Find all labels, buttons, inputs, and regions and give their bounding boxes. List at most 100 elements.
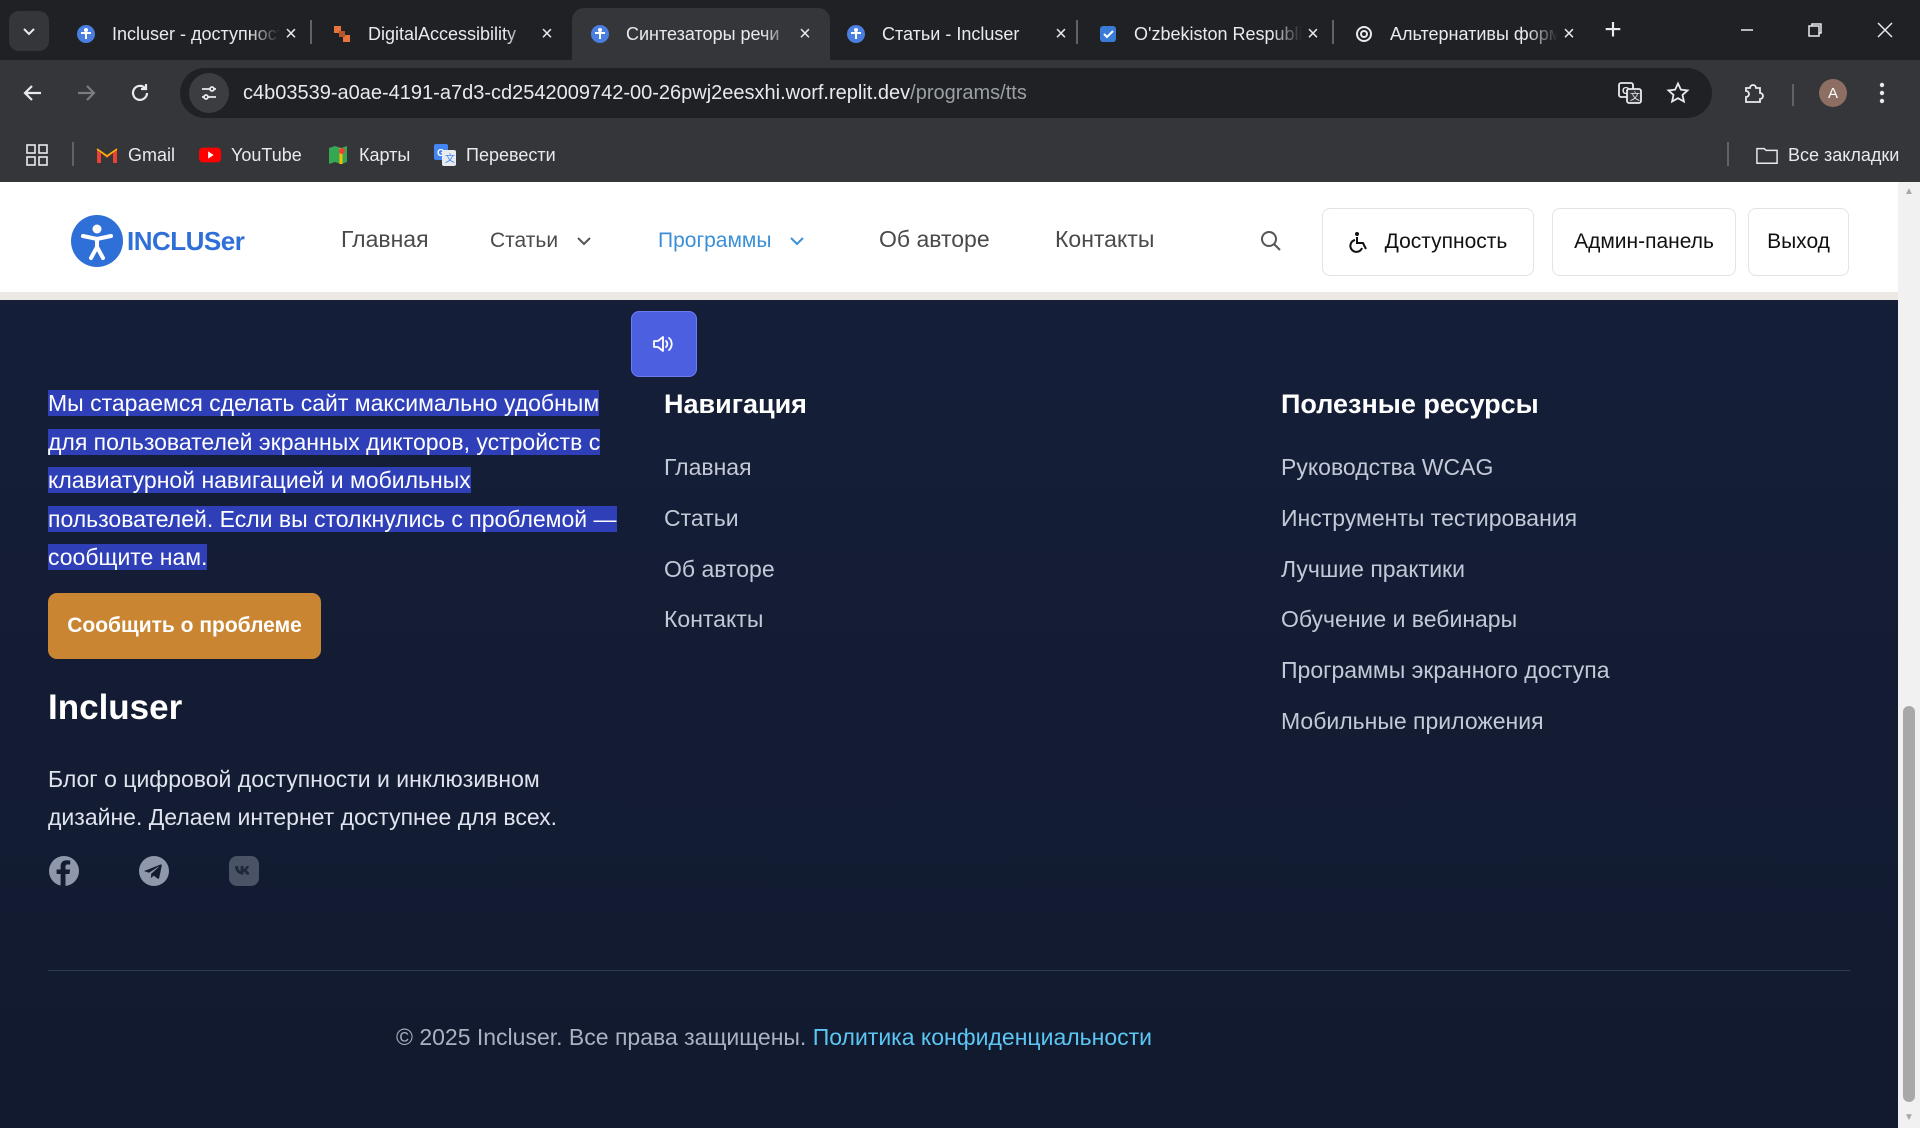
tab-uzbekistan[interactable]: O'zbekiston Respublikasi ×	[1080, 8, 1338, 60]
search-icon[interactable]	[1256, 226, 1286, 256]
nav-home[interactable]: Главная	[341, 226, 429, 253]
accessibility-button-label: Доступность	[1384, 230, 1508, 253]
tab-tts-active[interactable]: Синтезаторы речи ×	[572, 8, 830, 60]
site-info-button[interactable]	[189, 73, 229, 113]
nav-contacts[interactable]: Контакты	[1055, 226, 1154, 253]
maps-icon	[327, 144, 349, 166]
bookmark-maps[interactable]: Карты	[327, 140, 410, 170]
footer-link-best-practices[interactable]: Лучшие практики	[1281, 556, 1465, 583]
arrow-left-icon	[23, 85, 41, 101]
bookmark-star-icon[interactable]	[1662, 77, 1694, 109]
reload-button[interactable]	[120, 73, 160, 113]
all-bookmarks-button[interactable]: Все закладки	[1756, 140, 1899, 170]
close-icon[interactable]: ×	[280, 23, 302, 45]
restore-icon	[1808, 23, 1822, 37]
footer-divider	[48, 970, 1850, 971]
nav-about-label: Об авторе	[879, 226, 990, 252]
accessibility-button[interactable]: Доступность	[1322, 208, 1534, 276]
footer-link-testing-tools[interactable]: Инструменты тестирования	[1281, 505, 1577, 532]
site-logo[interactable]: INCLUSer	[71, 215, 245, 267]
privacy-policy-link[interactable]: Политика конфиденциальности	[813, 1024, 1152, 1050]
footer-link-articles[interactable]: Статьи	[664, 505, 739, 532]
bookmark-separator	[72, 142, 74, 166]
back-button[interactable]	[13, 73, 53, 113]
scroll-up-arrow-icon[interactable]: ▲	[1903, 186, 1915, 198]
new-tab-button[interactable]: +	[1596, 14, 1630, 48]
tab-articles[interactable]: Статьи - Incluser ×	[828, 8, 1086, 60]
close-icon[interactable]: ×	[536, 23, 558, 45]
vk-icon[interactable]	[228, 855, 260, 887]
bookmark-label: Перевести	[466, 144, 556, 165]
tab-alternatives[interactable]: Альтернативы форм ×	[1336, 8, 1594, 60]
tab-title: Альтернативы форм	[1390, 23, 1558, 44]
restore-window-button[interactable]	[1792, 10, 1838, 50]
footer-link-home[interactable]: Главная	[664, 454, 752, 481]
logout-button[interactable]: Выход	[1748, 208, 1849, 276]
footer-link-about[interactable]: Об авторе	[664, 556, 775, 583]
arrow-right-icon	[78, 85, 96, 101]
kebab-menu-icon	[1879, 82, 1885, 104]
bookmark-label: YouTube	[231, 144, 302, 165]
tab-search-button[interactable]	[9, 11, 49, 51]
chevron-down-icon	[790, 237, 805, 246]
nav-programs[interactable]: Программы	[658, 229, 805, 253]
minimize-window-button[interactable]	[1724, 10, 1770, 50]
telegram-icon[interactable]	[138, 855, 170, 887]
gmail-icon	[96, 144, 118, 166]
digitalaccessibility-favicon-icon	[332, 24, 352, 44]
tab-title: Incluser - доступность	[112, 23, 280, 44]
nav-articles[interactable]: Статьи	[490, 229, 592, 253]
footer-link-contacts[interactable]: Контакты	[664, 606, 763, 633]
chevron-down-icon	[23, 28, 35, 36]
scroll-down-arrow-icon[interactable]: ▼	[1903, 1112, 1915, 1124]
close-icon[interactable]: ×	[1558, 23, 1580, 45]
url-text: c4b03539-a0ae-4191-a7d3-cd2542009742-00-…	[243, 82, 1027, 105]
toolbar-divider	[1792, 84, 1794, 106]
tab-title: DigitalAccessibility	[368, 23, 517, 44]
facebook-icon[interactable]	[48, 855, 80, 887]
footer-link-wcag[interactable]: Руководства WCAG	[1281, 454, 1493, 481]
bookmark-translate[interactable]: G文 Перевести	[434, 140, 556, 170]
footer-link-screen-readers[interactable]: Программы экранного доступа	[1281, 657, 1610, 684]
puzzle-icon	[1745, 84, 1764, 103]
tab-separator	[1332, 20, 1334, 44]
translate-page-icon[interactable]: G文	[1614, 77, 1646, 109]
browser-menu-button[interactable]	[1862, 73, 1902, 113]
nav-home-label: Главная	[341, 226, 429, 252]
admin-panel-button[interactable]: Админ-панель	[1552, 208, 1736, 276]
selected-text-highlight: Мы стараемся сделать сайт максимально уд…	[48, 390, 617, 570]
footer-link-training[interactable]: Обучение и вебинары	[1281, 606, 1517, 633]
address-bar[interactable]: c4b03539-a0ae-4191-a7d3-cd2542009742-00-…	[180, 68, 1712, 118]
text-to-speech-button[interactable]	[631, 311, 697, 377]
profile-avatar[interactable]: A	[1819, 79, 1847, 107]
tab-title: Статьи - Incluser	[882, 23, 1020, 44]
footer-nav-title: Навигация	[664, 389, 807, 419]
logout-label: Выход	[1767, 230, 1830, 253]
footer-link-mobile-apps[interactable]: Мобильные приложения	[1281, 708, 1544, 735]
bookmark-youtube[interactable]: YouTube	[199, 140, 302, 170]
incluser-favicon-icon	[846, 24, 866, 44]
accessibility-notice-text: Мы стараемся сделать сайт максимально уд…	[48, 384, 628, 577]
page-scrollbar[interactable]: ▲ ▼	[1898, 182, 1920, 1128]
google-translate-icon: G文	[434, 144, 456, 166]
footer-brand-description: Блог о цифровой доступности и инклюзивно…	[48, 766, 558, 830]
tab-digitalaccessibility[interactable]: DigitalAccessibility ×	[314, 8, 572, 60]
extensions-button[interactable]	[1734, 73, 1774, 113]
nav-about[interactable]: Об авторе	[879, 226, 990, 253]
bookmark-gmail[interactable]: Gmail	[96, 140, 175, 170]
apps-grid-icon	[26, 144, 48, 166]
scrollbar-thumb[interactable]	[1903, 706, 1915, 1102]
close-icon[interactable]: ×	[794, 23, 816, 45]
bookmark-label: Gmail	[128, 144, 176, 165]
close-icon[interactable]: ×	[1302, 23, 1324, 45]
report-problem-button[interactable]: Сообщить о проблеме	[48, 593, 321, 659]
tab-incluser[interactable]: Incluser - доступность ×	[58, 8, 316, 60]
all-bookmarks-label: Все закладки	[1788, 144, 1900, 165]
close-icon[interactable]: ×	[1050, 23, 1072, 45]
forward-button[interactable]	[66, 73, 106, 113]
close-window-button[interactable]	[1862, 10, 1908, 50]
checklist-favicon-icon	[1098, 24, 1118, 44]
tune-icon	[202, 86, 216, 100]
chevron-down-icon	[577, 237, 591, 246]
apps-button[interactable]	[26, 140, 48, 170]
